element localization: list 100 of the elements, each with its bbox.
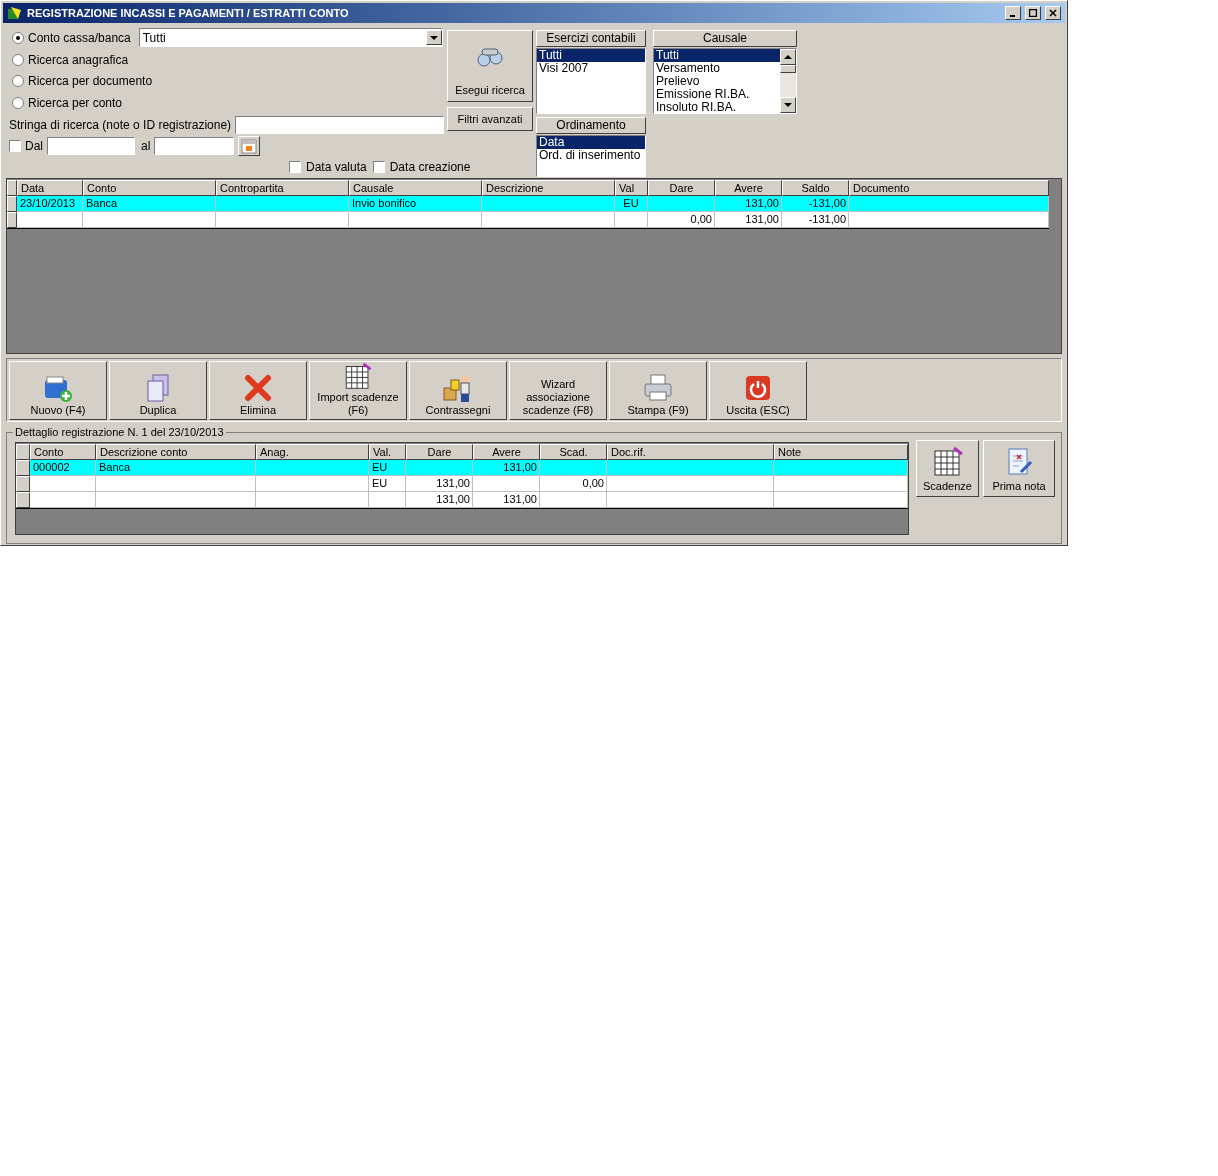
radio-button[interactable] bbox=[12, 75, 24, 88]
table-cell bbox=[615, 212, 648, 228]
row-indicator[interactable] bbox=[16, 492, 30, 508]
list-item[interactable]: Ord. di inserimento bbox=[537, 149, 645, 162]
checkbox-label[interactable]: Data creazione bbox=[389, 158, 471, 177]
toolbar-button[interactable]: Nuovo (F4) bbox=[9, 361, 107, 420]
side-button[interactable]: Prima nota bbox=[983, 440, 1055, 497]
list-item[interactable]: Versamento bbox=[654, 62, 780, 75]
printer-icon bbox=[642, 372, 674, 404]
delete-x-icon bbox=[242, 372, 274, 404]
table-row[interactable]: 0,00 131,00 -131,00 bbox=[7, 212, 1049, 228]
close-icon bbox=[1049, 9, 1057, 17]
checkbox[interactable] bbox=[289, 161, 301, 174]
app-logo-icon bbox=[7, 5, 23, 21]
column-header[interactable]: Dare bbox=[406, 444, 473, 460]
side-button[interactable]: Scadenze bbox=[916, 440, 979, 497]
column-header[interactable]: Dare bbox=[648, 180, 715, 196]
minimize-button[interactable] bbox=[1005, 6, 1021, 20]
row-indicator[interactable] bbox=[16, 476, 30, 492]
search-string-field[interactable] bbox=[235, 115, 445, 134]
down-arrow-icon bbox=[784, 101, 792, 109]
list-item[interactable]: Data bbox=[537, 136, 645, 149]
calendar-button[interactable] bbox=[238, 136, 261, 157]
from-date-field[interactable] bbox=[47, 137, 135, 156]
header-corner bbox=[7, 180, 17, 196]
column-header[interactable]: Doc.rif. bbox=[607, 444, 774, 460]
column-header[interactable]: Conto bbox=[83, 180, 216, 196]
column-header[interactable]: Avere bbox=[473, 444, 540, 460]
toolbar-button[interactable]: Uscita (ESC) bbox=[709, 361, 807, 420]
dropdown-arrow-icon bbox=[430, 33, 438, 42]
table-cell bbox=[30, 492, 96, 508]
table-cell: 0,00 bbox=[648, 212, 715, 228]
column-header[interactable]: Saldo bbox=[782, 180, 849, 196]
to-date-field[interactable] bbox=[154, 137, 235, 156]
window-title: REGISTRAZIONE INCASSI E PAGAMENTI / ESTRATTI CONTO bbox=[27, 5, 350, 21]
search-string-label: Stringa di ricerca (note o ID registrazione) bbox=[9, 116, 232, 134]
search-button[interactable]: Esegui ricerca bbox=[447, 30, 533, 102]
list-item[interactable]: Tutti bbox=[654, 49, 780, 62]
table-cell: -131,00 bbox=[782, 212, 849, 228]
list-item[interactable]: Visi 2007 bbox=[537, 62, 645, 75]
table-row[interactable]: 131,00 131,00 bbox=[16, 492, 908, 508]
table-cell bbox=[369, 492, 406, 508]
column-header[interactable]: Anag. bbox=[256, 444, 369, 460]
column-header[interactable]: Descrizione conto bbox=[96, 444, 256, 460]
checkbox-label[interactable]: Data valuta bbox=[306, 158, 367, 177]
list-item[interactable]: Tutti bbox=[537, 49, 645, 62]
radio-button[interactable] bbox=[12, 31, 24, 44]
checkbox[interactable] bbox=[372, 161, 385, 174]
account-dropdown[interactable]: Tutti bbox=[138, 28, 443, 48]
toolbar-button[interactable]: Contrassegni bbox=[409, 361, 507, 420]
column-header[interactable]: Causale bbox=[349, 180, 482, 196]
list-item[interactable]: Prelievo bbox=[654, 75, 780, 88]
table-row[interactable]: 000002 Banca EU 131,00 bbox=[16, 460, 908, 476]
advanced-filters-button[interactable]: Filtri avanzati bbox=[447, 107, 533, 131]
table-cell bbox=[17, 212, 83, 228]
checkbox[interactable] bbox=[9, 140, 21, 153]
list-header: Causale bbox=[653, 30, 797, 47]
radio-label[interactable]: Ricerca per conto bbox=[28, 93, 123, 112]
column-header[interactable]: Scad. bbox=[540, 444, 607, 460]
toolbar-button[interactable]: Stampa (F9) bbox=[609, 361, 707, 420]
scrollbar[interactable] bbox=[780, 49, 796, 113]
radio-button[interactable] bbox=[12, 53, 24, 66]
column-header[interactable]: Val. bbox=[369, 444, 406, 460]
from-date-label: Dal bbox=[25, 138, 43, 156]
column-header[interactable]: Descrizione bbox=[482, 180, 615, 196]
column-header[interactable]: Avere bbox=[715, 180, 782, 196]
column-header[interactable]: Documento bbox=[849, 180, 1049, 196]
column-header[interactable]: Note bbox=[774, 444, 908, 460]
toolbar-button[interactable]: Elimina bbox=[209, 361, 307, 420]
up-arrow-icon bbox=[784, 53, 792, 61]
column-header[interactable]: Val bbox=[615, 180, 648, 196]
to-date-label: al bbox=[141, 138, 151, 156]
detail-group-title: Dettaglio registrazione N. 1 del 23/10/2013 bbox=[13, 425, 226, 439]
maximize-button[interactable] bbox=[1025, 6, 1041, 20]
toolbar-button[interactable]: Wizard associazione scadenze (F8) bbox=[509, 361, 607, 420]
radio-label[interactable]: Ricerca per documento bbox=[28, 72, 153, 91]
column-header[interactable]: Data bbox=[17, 180, 83, 196]
column-header[interactable]: Conto bbox=[30, 444, 96, 460]
radio-label[interactable]: Ricerca anagrafica bbox=[28, 50, 129, 69]
toolbar-button[interactable]: Import scadenze (F6) bbox=[309, 361, 407, 420]
table-cell bbox=[540, 492, 607, 508]
binoculars-icon bbox=[474, 45, 506, 69]
table-row[interactable]: EU 131,00 0,00 bbox=[16, 476, 908, 492]
scroll-thumb[interactable] bbox=[780, 65, 796, 73]
radio-label[interactable]: Conto cassa/banca bbox=[28, 28, 131, 47]
radio-button[interactable] bbox=[12, 96, 24, 109]
list-header: Esercizi contabili bbox=[536, 30, 646, 47]
column-header[interactable]: Contropartita bbox=[216, 180, 349, 196]
row-indicator[interactable] bbox=[7, 196, 17, 212]
toolbar-button[interactable]: Duplica bbox=[109, 361, 207, 420]
calendar-icon bbox=[241, 138, 258, 155]
table-row[interactable]: 23/10/2013 Banca Invio bonifico EU 131,00 -131,00 bbox=[7, 196, 1049, 212]
row-indicator[interactable] bbox=[16, 460, 30, 476]
table-cell: 131,00 bbox=[406, 492, 473, 508]
row-indicator[interactable] bbox=[7, 212, 17, 228]
maximize-icon bbox=[1029, 9, 1037, 17]
close-button[interactable] bbox=[1045, 6, 1061, 20]
list-item[interactable]: Insoluto RI.BA. bbox=[654, 101, 780, 114]
table-cell: 131,00 bbox=[473, 492, 540, 508]
list-item[interactable]: Emissione RI.BA. bbox=[654, 88, 780, 101]
